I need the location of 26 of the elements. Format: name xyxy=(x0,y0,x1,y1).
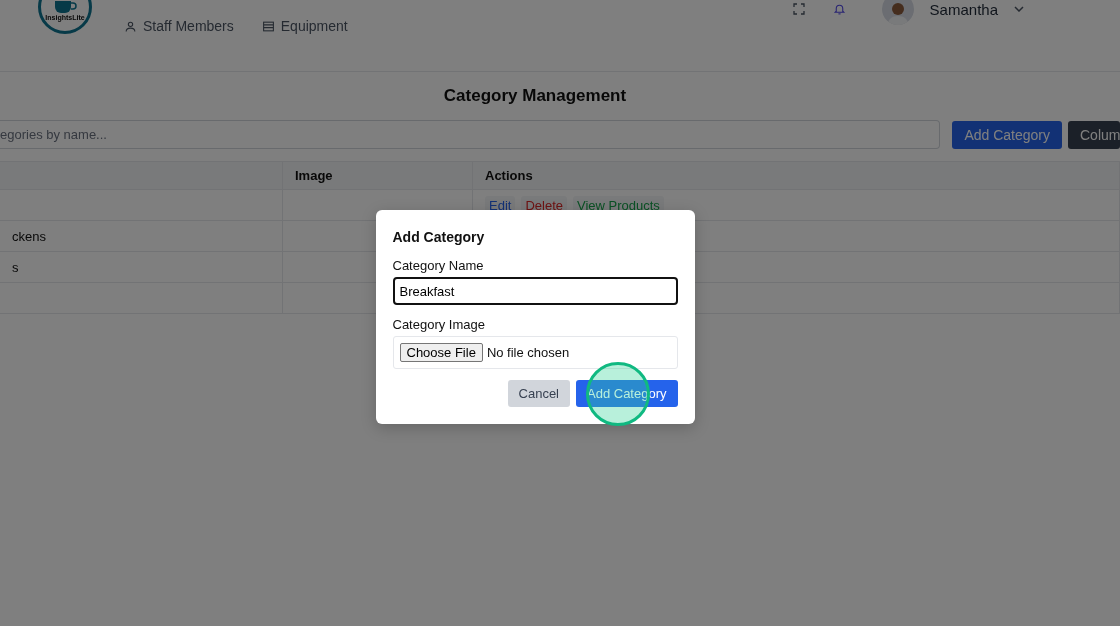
bell-icon[interactable] xyxy=(832,2,846,16)
page-title: Category Management xyxy=(442,86,628,106)
choose-file-button[interactable]: Choose File xyxy=(399,343,483,362)
nav-link[interactable]: Equipment xyxy=(261,18,348,34)
user-icon xyxy=(124,19,137,33)
field-label: Category Name xyxy=(392,258,485,273)
file-field[interactable]: Choose File No file chosen xyxy=(392,336,678,369)
chevron-down-icon[interactable] xyxy=(1014,6,1024,12)
table-cell: ckens xyxy=(0,220,283,251)
fullscreen-icon[interactable] xyxy=(792,3,805,15)
columns-button[interactable]: Colum xyxy=(1068,120,1120,149)
column-header: Actions xyxy=(473,161,1120,189)
category-name-field[interactable]: Breakfast xyxy=(392,277,678,305)
cancel-button[interactable]: Cancel xyxy=(507,380,570,407)
file-status: No file chosen xyxy=(486,345,570,360)
nav-link[interactable]: Staff Members xyxy=(124,18,234,34)
list-icon xyxy=(261,19,275,33)
dialog-title: Add Category xyxy=(392,229,486,245)
cup-icon xyxy=(53,0,77,14)
table-cell: s xyxy=(0,251,283,282)
avatar[interactable] xyxy=(881,0,914,25)
user-name[interactable]: Samantha xyxy=(929,0,998,18)
add-category-button[interactable]: Add Category xyxy=(952,120,1062,149)
search-field[interactable]: egories by name... xyxy=(0,120,941,149)
column-header: Image xyxy=(283,161,473,189)
field-label: Category Image xyxy=(392,317,486,332)
